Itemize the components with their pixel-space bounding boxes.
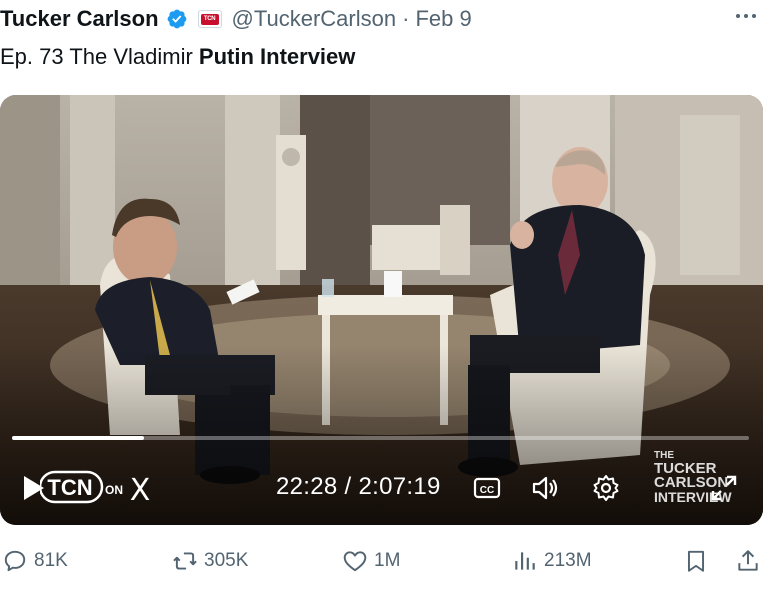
tweet-text-prefix: Ep. 73 The Vladimir [0, 44, 199, 69]
author-handle[interactable]: @TuckerCarlson [232, 6, 397, 32]
svg-text:CC: CC [480, 485, 494, 496]
views-chart-icon [515, 552, 535, 570]
watermark-line-3: CARLSON [654, 474, 729, 491]
tweet-action-bar: 81K 305K 1M 213M [0, 543, 771, 579]
affiliate-badge-label: TCN [200, 13, 219, 25]
reply-button[interactable]: 81K [2, 543, 68, 579]
separator-dot: · [402, 6, 410, 31]
repost-icon [173, 552, 197, 570]
bookmark-icon [687, 550, 705, 572]
tweet-text-bold: Putin Interview [198, 44, 356, 69]
tcn-on-x-logo: TCN ON X [40, 470, 151, 506]
tcn-logo-text: TCN [47, 475, 92, 500]
video-timestamp: 22:28 / 2:07:19 [276, 473, 441, 500]
tweet-text: Ep. 73 The Vladimir Putin Interview [0, 44, 355, 70]
reply-count: 81K [34, 550, 68, 571]
views-count: 213M [544, 550, 592, 571]
watermark-line-4: INTERVIEW [654, 489, 732, 505]
like-button[interactable]: 1M [342, 543, 400, 579]
settings-icon[interactable] [590, 472, 622, 504]
share-icon [738, 550, 758, 571]
captions-icon[interactable]: CC [471, 472, 503, 504]
reply-icon [4, 550, 26, 572]
author-name[interactable]: Tucker Carlson [0, 6, 159, 32]
video-progress-bar[interactable] [12, 436, 749, 440]
more-options-icon[interactable] [733, 8, 759, 24]
x-logo-text: X [130, 473, 151, 506]
affiliate-badge[interactable]: TCN [197, 10, 222, 28]
like-count: 1M [374, 550, 401, 571]
heart-icon [343, 551, 367, 572]
verified-badge-icon [167, 9, 186, 29]
views-button[interactable]: 213M [512, 543, 592, 579]
tweet-header: Tucker Carlson TCN @TuckerCarlson · Feb … [0, 4, 771, 34]
bookmark-button[interactable] [683, 543, 709, 579]
show-watermark: THE TUCKER CARLSON INTERVIEW [654, 450, 754, 510]
video-controls: TCN ON X 22:28 / 2:07:19 CC [0, 460, 763, 510]
repost-count: 305K [204, 550, 249, 571]
share-button[interactable] [735, 543, 761, 579]
video-player[interactable]: TCN ON X 22:28 / 2:07:19 CC THE TUCKER C… [0, 95, 763, 525]
repost-button[interactable]: 305K [172, 543, 248, 579]
video-progress-fill [12, 436, 144, 440]
volume-icon[interactable] [529, 472, 561, 504]
post-date[interactable]: Feb 9 [415, 6, 471, 32]
tcn-logo-on: ON [105, 483, 123, 497]
